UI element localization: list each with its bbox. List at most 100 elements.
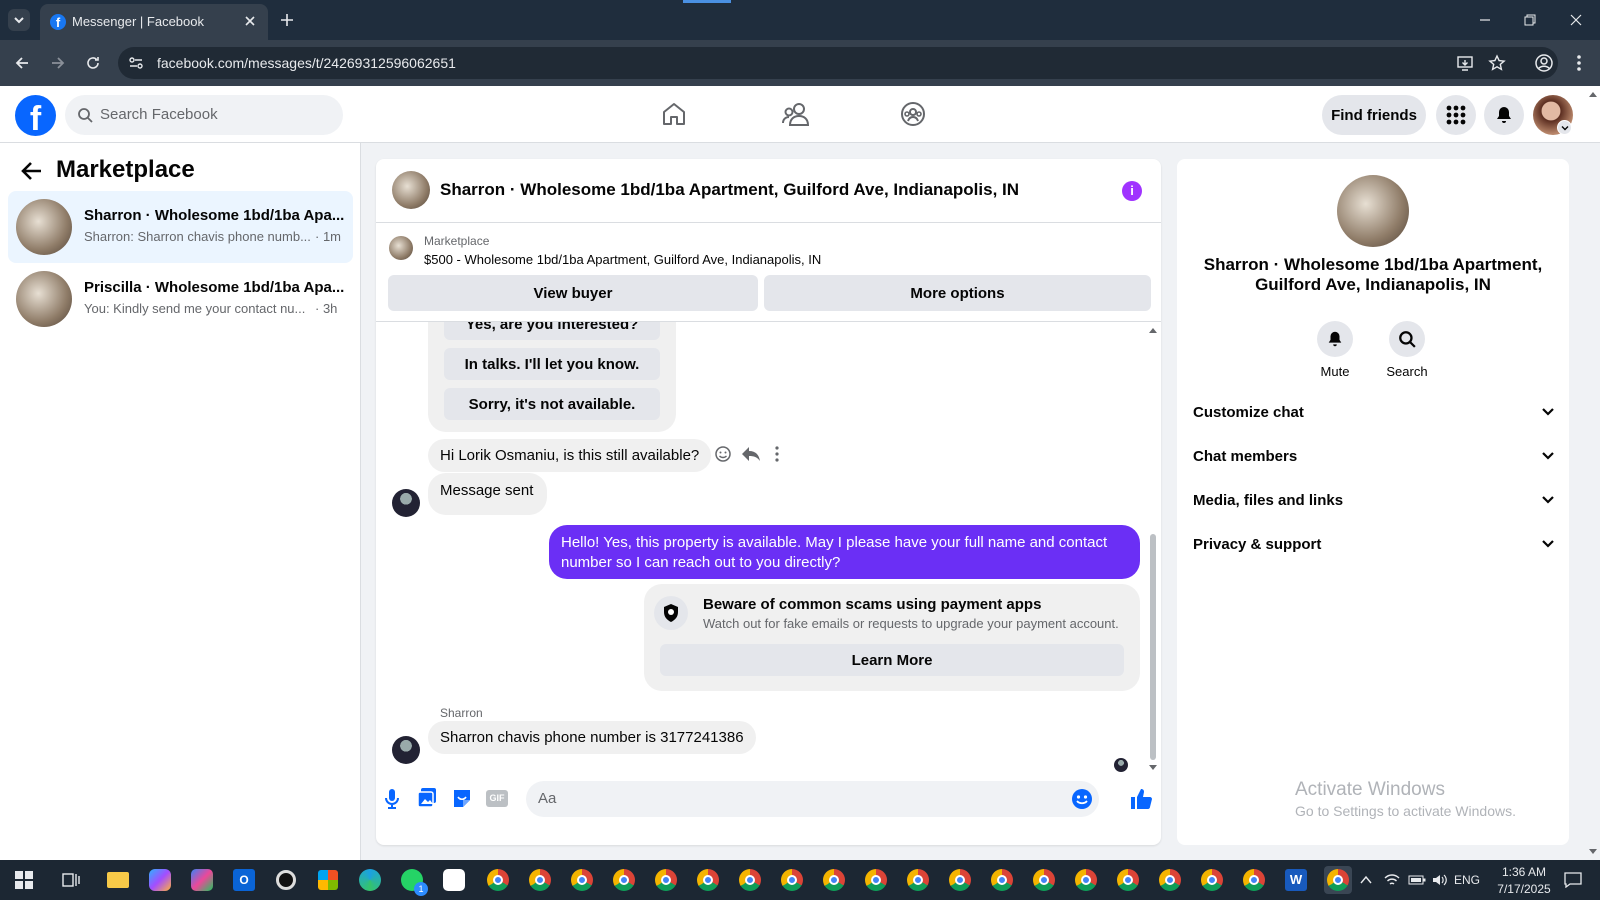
bookmark-star-icon[interactable] [1488,54,1506,72]
chrome-taskbar-5[interactable] [652,866,680,894]
chrome-taskbar-11[interactable] [904,866,932,894]
info-icon[interactable]: i [1122,181,1142,201]
scroll-down-arrow-icon[interactable] [1148,764,1158,772]
site-info-icon[interactable] [128,55,144,71]
back-arrow-icon[interactable] [14,55,30,71]
close-window-icon[interactable] [1570,14,1582,26]
tab-list-button[interactable] [8,9,30,31]
chrome-taskbar-13[interactable] [988,866,1016,894]
message-question[interactable]: Hi Lorik Osmaniu, is this still availabl… [428,439,712,472]
chrome-taskbar-17[interactable] [1156,866,1184,894]
message-list[interactable]: Yes, are you interested? In talks. I'll … [376,322,1161,778]
chrome-taskbar-4[interactable] [610,866,638,894]
chrome-taskbar-2[interactable] [526,866,554,894]
start-button[interactable] [10,866,38,894]
language-indicator[interactable]: ENG [1454,873,1480,887]
section-privacy-support[interactable]: Privacy & support [1193,526,1555,562]
browser-tab[interactable]: f Messenger | Facebook [40,4,268,40]
outlook-taskbar[interactable]: O [230,866,258,894]
copilot-taskbar[interactable] [146,866,174,894]
tray-overflow-icon[interactable] [1360,875,1372,885]
capcut-taskbar[interactable] [440,866,468,894]
sticker-icon[interactable] [452,787,472,809]
home-icon[interactable] [661,101,687,127]
photo-icon[interactable] [417,787,437,809]
chrome-taskbar-3[interactable] [568,866,596,894]
learn-more-button[interactable]: Learn More [660,644,1124,676]
edge-taskbar[interactable] [356,866,384,894]
clock-time[interactable]: 1:36 AM [1492,865,1556,879]
menu-button[interactable] [1436,95,1476,135]
search-in-chat-button[interactable] [1389,321,1425,357]
forward-arrow-icon[interactable] [50,55,66,71]
message-last[interactable]: Sharron chavis phone number is 317724138… [428,721,756,754]
word-taskbar[interactable]: W [1282,866,1310,894]
address-bar[interactable]: facebook.com/messages/t/2426931259606265… [118,47,1558,79]
section-chat-members[interactable]: Chat members [1193,438,1555,474]
minimize-icon[interactable] [1479,14,1491,26]
file-explorer-taskbar[interactable] [104,866,132,894]
page-scroll-down-icon[interactable] [1588,848,1598,856]
facebook-search-input[interactable]: Search Facebook [65,95,343,135]
chrome-taskbar-14[interactable] [1030,866,1058,894]
conversation-item-priscilla[interactable]: Priscilla · Wholesome 1bd/1ba Apa... You… [8,263,353,335]
install-app-icon[interactable] [1456,54,1474,72]
m365-taskbar[interactable] [188,866,216,894]
clock-date[interactable]: 7/17/2025 [1492,882,1556,896]
chrome-taskbar-8[interactable] [778,866,806,894]
camera-app-taskbar[interactable] [272,866,300,894]
volume-icon[interactable] [1432,873,1448,887]
find-friends-button[interactable]: Find friends [1322,95,1426,135]
mute-button[interactable] [1317,321,1353,357]
back-arrow-icon[interactable] [21,161,43,181]
whatsapp-taskbar[interactable]: 1 [398,866,428,896]
reply-icon[interactable] [741,446,761,462]
chat-header-title[interactable]: Sharron · Wholesome 1bd/1ba Apartment, G… [440,180,1019,200]
emoji-icon[interactable] [1071,788,1093,810]
page-scroll-up-icon[interactable] [1588,90,1598,98]
message-scrollbar[interactable] [1150,534,1156,760]
chrome-taskbar-10[interactable] [862,866,890,894]
facebook-logo-icon[interactable]: f [15,95,56,136]
listing-title[interactable]: $500 - Wholesome 1bd/1ba Apartment, Guil… [424,252,821,267]
profile-icon[interactable] [1534,53,1554,73]
conversation-item-sharron[interactable]: Sharron · Wholesome 1bd/1ba Apa... Sharr… [8,191,353,263]
chrome-taskbar-16[interactable] [1114,866,1142,894]
section-customize-chat[interactable]: Customize chat [1193,394,1555,430]
wifi-icon[interactable] [1384,873,1400,887]
new-tab-icon[interactable] [280,13,294,27]
react-emoji-icon[interactable] [714,445,732,463]
chrome-taskbar-18[interactable] [1198,866,1226,894]
scroll-up-arrow-icon[interactable] [1148,326,1158,334]
chrome-taskbar-6[interactable] [694,866,722,894]
chrome-taskbar-1[interactable] [484,866,512,894]
chrome-taskbar-15[interactable] [1072,866,1100,894]
more-actions-icon[interactable] [774,445,780,463]
quick-reply-not-available[interactable]: Sorry, it's not available. [444,388,660,420]
quick-reply-interested[interactable]: Yes, are you interested? [444,322,660,340]
section-media-files-links[interactable]: Media, files and links [1193,482,1555,518]
message-input[interactable]: Aa [526,781,1099,817]
reload-icon[interactable] [85,55,101,71]
account-menu-chevron[interactable] [1557,120,1572,135]
battery-icon[interactable] [1408,874,1426,886]
sender-avatar[interactable] [392,736,420,764]
restore-icon[interactable] [1524,14,1536,26]
chrome-taskbar-19[interactable] [1240,866,1268,894]
sender-avatar[interactable] [392,489,420,517]
gif-icon[interactable]: GIF [486,790,508,807]
more-options-button[interactable]: More options [764,275,1151,311]
notification-center-icon[interactable] [1564,872,1582,888]
friends-icon[interactable] [782,101,810,127]
chrome-taskbar-9[interactable] [820,866,848,894]
chrome-taskbar-12[interactable] [946,866,974,894]
microphone-icon[interactable] [384,788,400,810]
quick-reply-in-talks[interactable]: In talks. I'll let you know. [444,348,660,380]
browser-menu-icon[interactable] [1575,53,1583,73]
close-tab-icon[interactable] [244,15,256,27]
thumbs-up-icon[interactable] [1129,787,1153,811]
task-view-button[interactable] [57,866,85,894]
outgoing-message[interactable]: Hello! Yes, this property is available. … [549,525,1140,579]
chat-avatar[interactable] [392,171,430,209]
view-buyer-button[interactable]: View buyer [388,275,758,311]
